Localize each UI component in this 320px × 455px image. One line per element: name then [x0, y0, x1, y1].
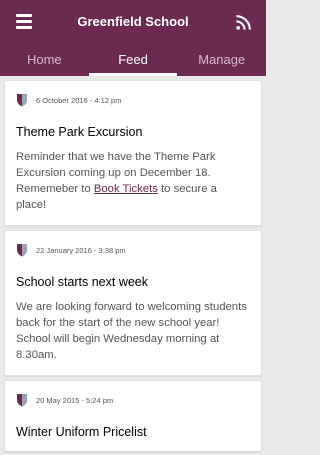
- post-title: School starts next week: [16, 275, 149, 289]
- post-date: 22 January 2016 - 3:38 pm: [36, 245, 126, 255]
- post-meta: 6 October 2016 - 4:12 pm: [16, 91, 250, 109]
- tab-home[interactable]: Home: [0, 45, 89, 76]
- shield-icon: [17, 394, 27, 407]
- page-title: Greenfield School: [77, 14, 189, 29]
- post-body: Reminder that we have the Theme Park Exc…: [16, 149, 250, 213]
- post-meta: 22 January 2016 - 3:38 pm: [16, 241, 250, 259]
- tab-feed[interactable]: Feed: [88, 45, 178, 76]
- post-date: 20 May 2015 - 5:24 pm: [36, 395, 114, 405]
- post-card[interactable]: 20 May 2015 - 5:24 pm Winter Uniform Pri…: [4, 380, 262, 452]
- rss-icon[interactable]: [235, 14, 252, 31]
- tab-manage[interactable]: Manage: [177, 45, 266, 76]
- post-meta: 20 May 2015 - 5:24 pm: [16, 391, 250, 409]
- book-tickets-link[interactable]: Book Tickets: [94, 183, 158, 195]
- tab-bar: Home Feed Manage: [0, 45, 266, 76]
- post-title: Winter Uniform Pricelist: [16, 425, 147, 439]
- shield-icon: [17, 94, 27, 107]
- top-bar: Greenfield School: [0, 0, 266, 45]
- post-date: 6 October 2016 - 4:12 pm: [36, 95, 122, 105]
- shield-icon: [17, 244, 27, 257]
- post-body: We are looking forward to welcoming stud…: [16, 301, 247, 361]
- post-card[interactable]: 6 October 2016 - 4:12 pm Theme Park Excu…: [4, 80, 262, 226]
- app: Greenfield School Home Feed Manage 6 Oct…: [0, 0, 266, 455]
- post-title: Theme Park Excursion: [16, 125, 143, 139]
- post-card[interactable]: 22 January 2016 - 3:38 pm School starts …: [4, 230, 262, 376]
- feed-list[interactable]: 6 October 2016 - 4:12 pm Theme Park Excu…: [0, 76, 266, 455]
